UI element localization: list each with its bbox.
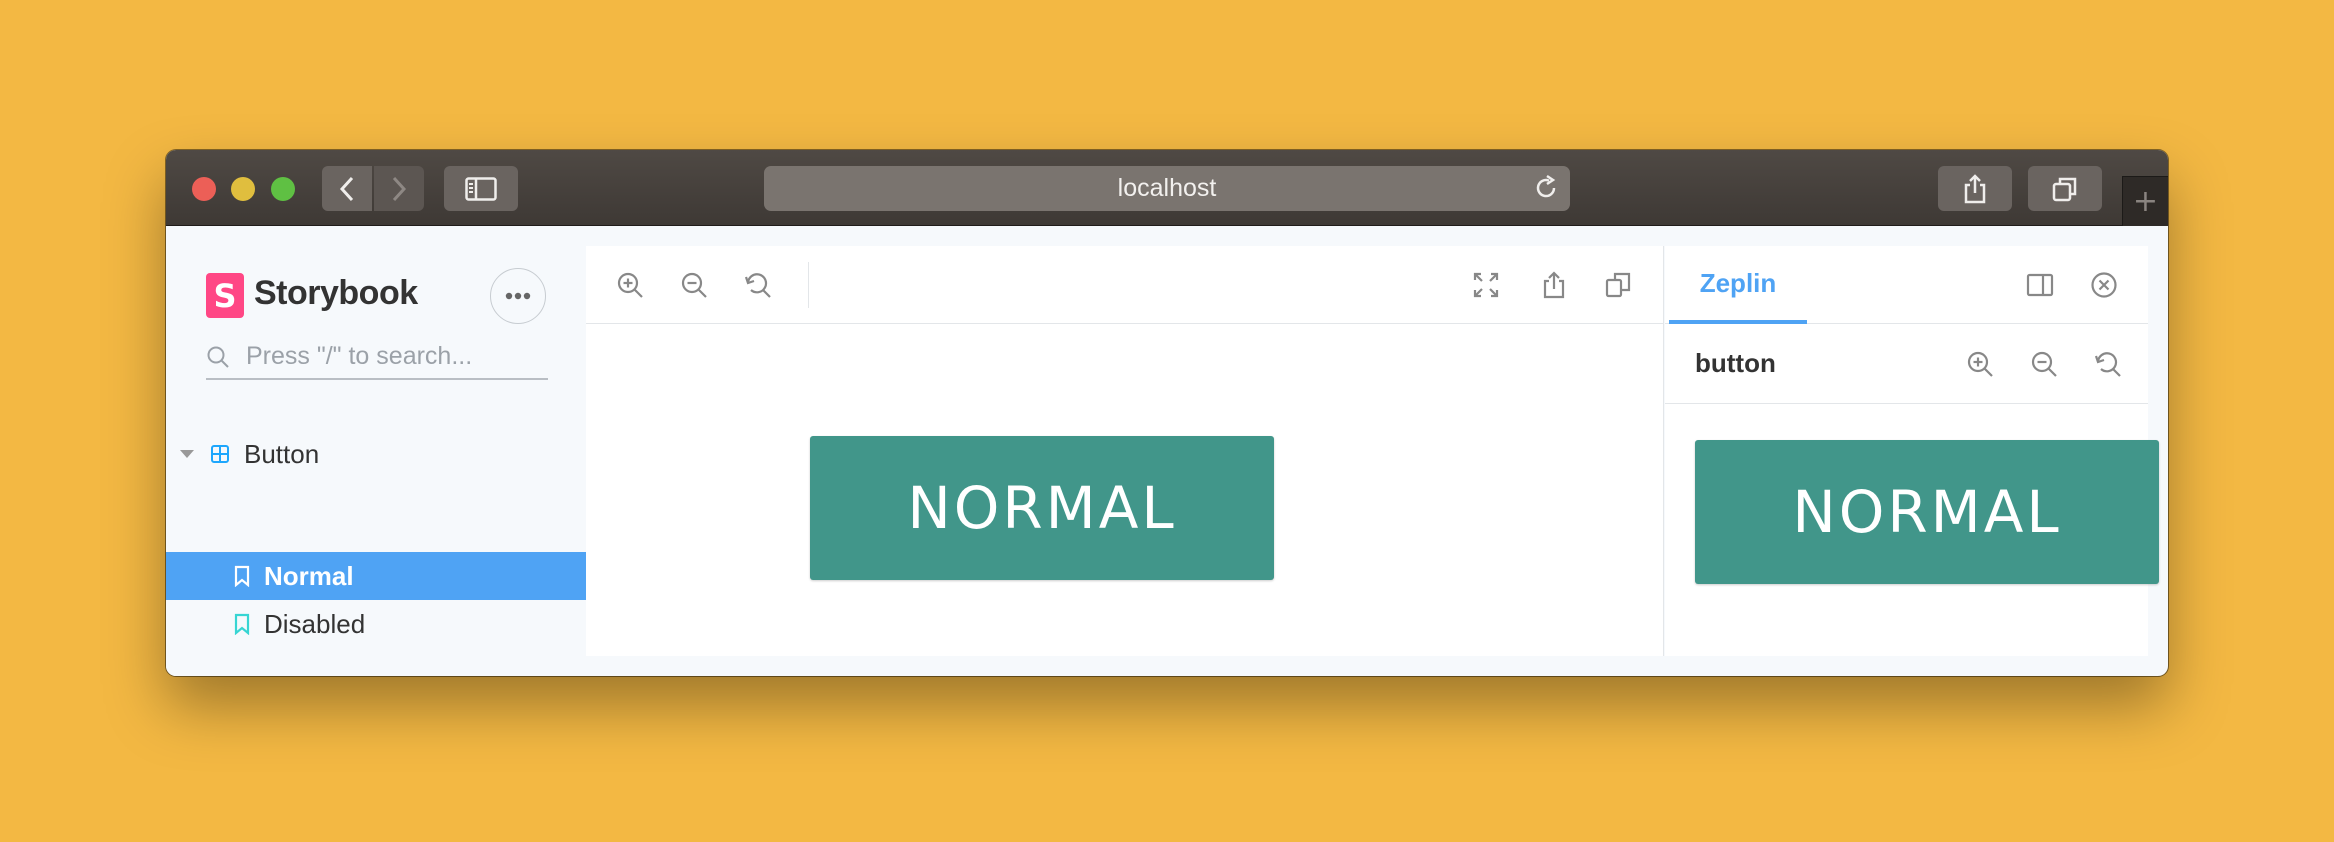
share-button[interactable]	[1938, 166, 2012, 211]
sidebar-icon	[465, 176, 497, 201]
expand-icon	[1473, 272, 1499, 298]
search-icon	[207, 346, 229, 368]
close-window-button[interactable]	[192, 177, 216, 201]
storybook-logo-icon: S	[206, 273, 244, 318]
zoom-in-button[interactable]	[613, 268, 647, 302]
share-icon	[1543, 271, 1565, 299]
addon-tabbar: Zeplin	[1665, 246, 2148, 324]
story-item-normal[interactable]: Normal	[166, 552, 586, 600]
more-icon	[505, 292, 531, 300]
zeplin-component-header: button	[1665, 324, 2148, 404]
back-button[interactable]	[322, 166, 372, 211]
zoom-out-button[interactable]	[677, 268, 711, 302]
open-new-tab-button[interactable]	[1537, 268, 1571, 302]
reset-zoom-icon	[744, 273, 771, 298]
zoom-window-button[interactable]	[271, 177, 295, 201]
forward-button[interactable]	[374, 166, 424, 211]
browser-window: localhost + S Storybook Button Normal	[166, 150, 2168, 676]
close-panel-button[interactable]	[2087, 268, 2121, 302]
tabs-overview-icon	[2052, 177, 2077, 201]
caret-down-icon	[180, 450, 194, 458]
storybook-brand: Storybook	[254, 274, 418, 312]
tree-group-button[interactable]: Button	[166, 430, 586, 478]
new-tab-button[interactable]: +	[2122, 176, 2168, 226]
tab-zeplin[interactable]: Zeplin	[1669, 246, 1807, 324]
component-icon	[211, 445, 229, 463]
browser-toolbar: localhost +	[166, 150, 2168, 226]
reload-icon[interactable]	[1532, 174, 1560, 202]
bookmark-icon	[234, 565, 250, 587]
minimize-window-button[interactable]	[231, 177, 255, 201]
copy-link-button[interactable]	[1601, 268, 1635, 302]
zoom-in-icon	[1967, 351, 1993, 377]
zoom-out-icon	[681, 272, 707, 298]
sidebar-toggle-button[interactable]	[444, 166, 518, 211]
story-label: Disabled	[264, 608, 366, 639]
panel-orientation-button[interactable]	[2023, 268, 2057, 302]
canvas-toolbar	[586, 246, 1663, 324]
address-bar[interactable]: localhost	[764, 166, 1570, 211]
search-box	[206, 336, 548, 380]
reset-zoom-button[interactable]	[741, 268, 775, 302]
bookmark-icon	[234, 613, 250, 635]
search-input[interactable]	[246, 336, 546, 376]
storybook-sidebar: S Storybook Button Normal Disabled	[166, 226, 586, 676]
addon-panel: Zeplin button NORMAL	[1665, 246, 2159, 656]
zoom-out-icon	[2031, 351, 2057, 377]
zeplin-design-preview: NORMAL	[1695, 440, 2159, 584]
settings-menu-button[interactable]	[490, 268, 546, 324]
zeplin-zoom-out-button[interactable]	[2027, 347, 2061, 381]
tree-group-label: Button	[244, 438, 320, 469]
url-text: localhost	[1117, 174, 1217, 202]
show-tabs-button[interactable]	[2028, 166, 2102, 211]
reset-zoom-icon	[2094, 352, 2121, 377]
panel-layout-icon	[2026, 273, 2054, 297]
story-item-disabled[interactable]: Disabled	[166, 600, 586, 648]
fullscreen-button[interactable]	[1469, 268, 1503, 302]
preview-normal-button[interactable]: NORMAL	[810, 436, 1274, 580]
toolbar-divider	[808, 262, 809, 308]
chevron-left-icon	[339, 176, 354, 201]
copy-icon	[1605, 272, 1631, 298]
canvas-panel: NORMAL	[586, 246, 1664, 656]
component-name: button	[1695, 348, 1776, 378]
chevron-right-icon	[392, 176, 407, 201]
story-label: Normal	[264, 560, 354, 591]
zeplin-reset-zoom-button[interactable]	[2091, 347, 2125, 381]
zoom-in-icon	[617, 272, 643, 298]
zeplin-zoom-in-button[interactable]	[1963, 347, 1997, 381]
share-icon	[1964, 173, 1986, 203]
close-icon	[2091, 272, 2117, 298]
